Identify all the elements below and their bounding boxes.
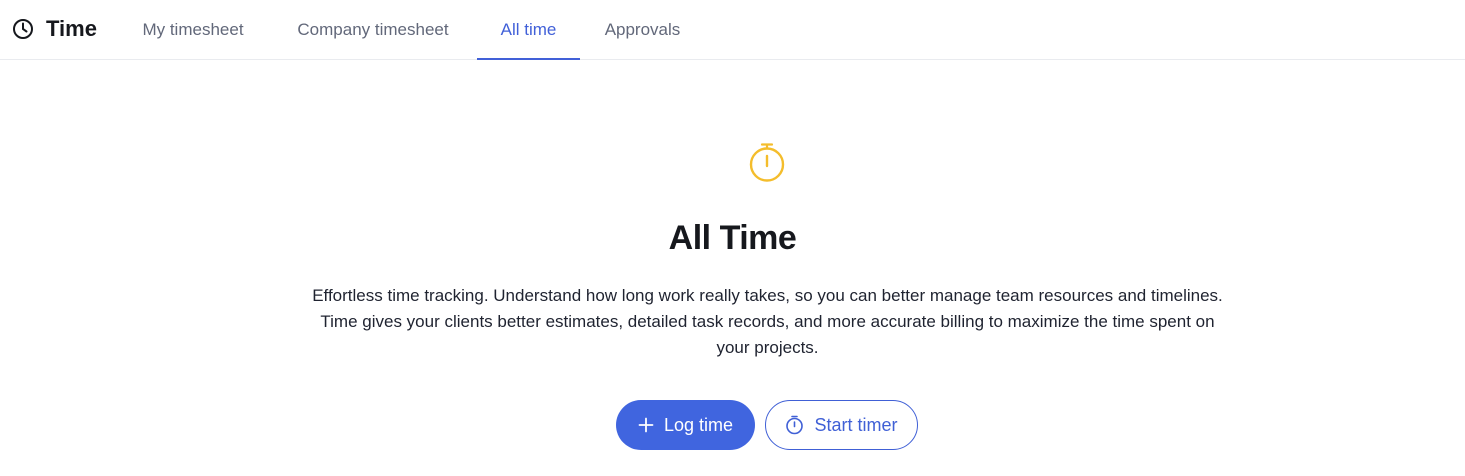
tab-label: All time (500, 19, 557, 39)
log-time-label: Log time (663, 414, 734, 435)
start-timer-label: Start timer (814, 414, 898, 435)
plus-icon (638, 417, 654, 433)
tab-label: Approvals (604, 19, 681, 39)
clock-icon (12, 18, 34, 40)
page-title: All Time (668, 219, 797, 257)
stopwatch-icon (747, 142, 787, 184)
stopwatch-icon (785, 415, 804, 435)
page-description: Effortless time tracking. Understand how… (312, 286, 1223, 357)
top-navigation: Time My timesheet Company timesheet All … (0, 0, 1465, 60)
tab-all-time[interactable]: All time (477, 0, 580, 60)
tab-label: My timesheet (142, 19, 244, 39)
tab-company-timesheet[interactable]: Company timesheet (279, 0, 467, 59)
tab-approvals[interactable]: Approvals (590, 0, 695, 59)
tab-my-timesheet[interactable]: My timesheet (127, 0, 259, 59)
tab-label: Company timesheet (297, 19, 449, 39)
app-title: Time (12, 14, 97, 44)
app-title-text: Time (46, 16, 97, 41)
start-timer-button[interactable]: Start timer (765, 400, 918, 450)
log-time-button[interactable]: Log time (616, 400, 755, 450)
